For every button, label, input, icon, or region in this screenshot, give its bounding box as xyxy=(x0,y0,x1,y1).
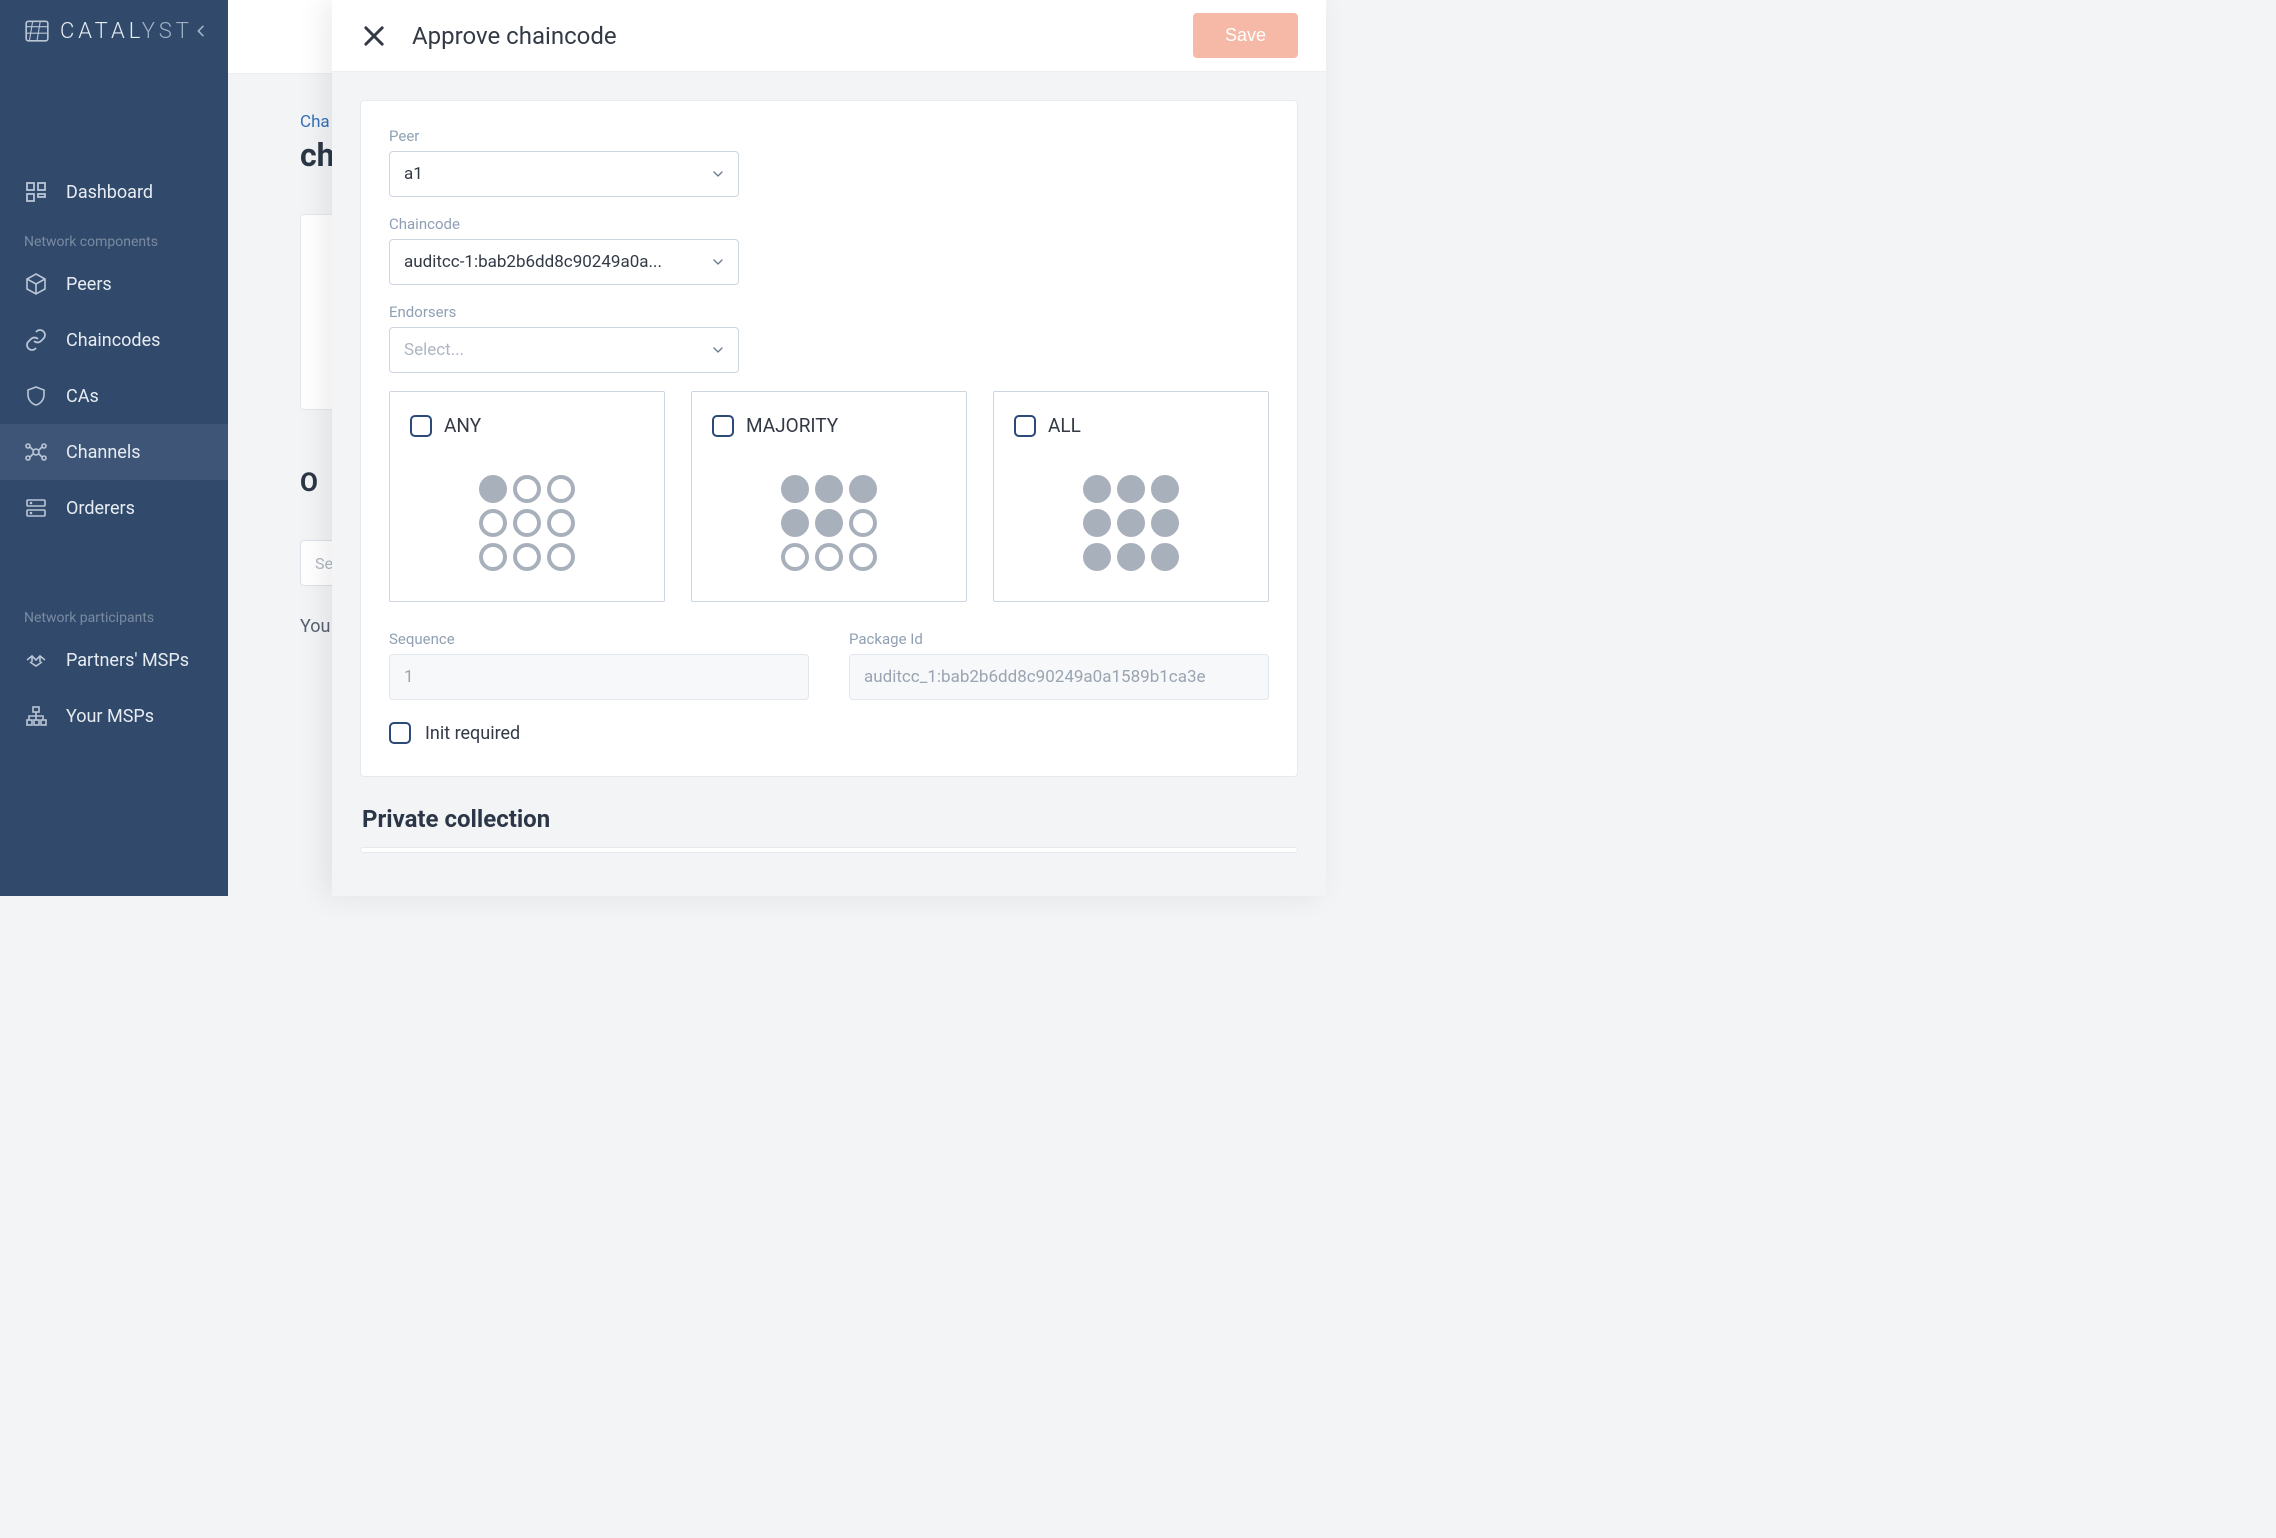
orderers-heading: O xyxy=(300,468,318,498)
endorsement-policy-row: ANY MAJORITY xyxy=(389,391,1269,602)
hierarchy-icon xyxy=(24,704,48,728)
checkbox-majority[interactable] xyxy=(712,415,734,437)
chevron-down-icon xyxy=(710,342,726,358)
sidebar-item-label: Chaincodes xyxy=(66,330,160,351)
peer-field: Peer a1 xyxy=(389,127,1269,197)
chaincode-label: Chaincode xyxy=(389,215,1269,233)
sidebar-item-label: Partners' MSPs xyxy=(66,650,189,671)
link-icon xyxy=(24,328,48,352)
shield-icon xyxy=(24,384,48,408)
modal-title: Approve chaincode xyxy=(412,22,1193,50)
chaincode-select[interactable]: auditcc-1:bab2b6dd8c90249a0a... xyxy=(389,239,739,285)
sidebar-item-orderers[interactable]: Orderers xyxy=(0,480,228,536)
sequence-field: Sequence 1 xyxy=(389,630,809,700)
server-icon xyxy=(24,496,48,520)
policy-label: MAJORITY xyxy=(746,414,838,437)
chevron-down-icon xyxy=(710,166,726,182)
private-collection-heading: Private collection xyxy=(360,805,1298,833)
save-button[interactable]: Save xyxy=(1193,13,1298,58)
sidebar-item-label: Dashboard xyxy=(66,182,153,203)
endorsers-label: Endorsers xyxy=(389,303,1269,321)
packageid-label: Package Id xyxy=(849,630,1269,648)
no-orderers-text: You xyxy=(300,616,330,637)
chaincode-field: Chaincode auditcc-1:bab2b6dd8c90249a0a..… xyxy=(389,215,1269,285)
logo-text: CATALYST xyxy=(60,19,193,44)
close-button[interactable] xyxy=(360,22,388,50)
sidebar-item-cas[interactable]: CAs xyxy=(0,368,228,424)
logo: CATALYST xyxy=(0,18,228,44)
packageid-input: auditcc_1:bab2b6dd8c90249a0a1589b1ca3e xyxy=(849,654,1269,700)
sidebar-item-label: Your MSPs xyxy=(66,706,154,727)
sidebar-item-dashboard[interactable]: Dashboard xyxy=(0,164,228,220)
logo-icon xyxy=(24,18,50,44)
sidebar-item-label: Channels xyxy=(66,442,141,463)
packageid-field: Package Id auditcc_1:bab2b6dd8c90249a0a1… xyxy=(849,630,1269,700)
page-title: ch xyxy=(300,136,335,174)
all-illustration-icon xyxy=(1014,475,1248,571)
sidebar-item-partners-msps[interactable]: Partners' MSPs xyxy=(0,632,228,688)
policy-label: ALL xyxy=(1048,414,1081,437)
sidebar-item-peers[interactable]: Peers xyxy=(0,256,228,312)
policy-option-all[interactable]: ALL xyxy=(993,391,1269,602)
any-illustration-icon xyxy=(410,475,644,571)
sidebar-item-label: Peers xyxy=(66,274,112,295)
sequence-label: Sequence xyxy=(389,630,809,648)
collapse-sidebar-button[interactable] xyxy=(193,19,209,43)
majority-illustration-icon xyxy=(712,475,946,571)
network-icon xyxy=(24,440,48,464)
sidebar-item-your-msps[interactable]: Your MSPs xyxy=(0,688,228,744)
endorsers-field: Endorsers Select... xyxy=(389,303,1269,373)
dashboard-icon xyxy=(24,180,48,204)
breadcrumb[interactable]: Cha xyxy=(300,112,330,132)
policy-label: ANY xyxy=(444,414,481,437)
sidebar-section-network-components: Network components xyxy=(0,220,228,256)
sidebar: CATALYST Dashboard Network components Pe… xyxy=(0,0,228,896)
sequence-package-row: Sequence 1 Package Id auditcc_1:bab2b6dd… xyxy=(389,630,1269,700)
sidebar-item-label: CAs xyxy=(66,386,99,407)
sequence-input: 1 xyxy=(389,654,809,700)
init-required-checkbox[interactable] xyxy=(389,722,411,744)
checkbox-any[interactable] xyxy=(410,415,432,437)
modal-header: Approve chaincode Save xyxy=(332,0,1326,72)
sidebar-item-label: Orderers xyxy=(66,498,135,519)
policy-option-any[interactable]: ANY xyxy=(389,391,665,602)
sidebar-section-network-participants: Network participants xyxy=(0,596,228,632)
chaincode-form-card: Peer a1 Chaincode auditcc-1:bab2b6dd8c90… xyxy=(360,100,1298,777)
sidebar-item-channels[interactable]: Channels xyxy=(0,424,228,480)
peer-label: Peer xyxy=(389,127,1269,145)
modal-body: Peer a1 Chaincode auditcc-1:bab2b6dd8c90… xyxy=(332,72,1326,896)
sidebar-item-chaincodes[interactable]: Chaincodes xyxy=(0,312,228,368)
private-collection-card-top xyxy=(360,847,1298,853)
policy-option-majority[interactable]: MAJORITY xyxy=(691,391,967,602)
init-required-row: Init required xyxy=(389,722,1269,744)
checkbox-all[interactable] xyxy=(1014,415,1036,437)
peer-select[interactable]: a1 xyxy=(389,151,739,197)
cube-icon xyxy=(24,272,48,296)
approve-chaincode-panel: Approve chaincode Save Peer a1 Chaincode… xyxy=(332,0,1326,896)
handshake-icon xyxy=(24,648,48,672)
init-required-label: Init required xyxy=(425,723,520,744)
endorsers-select[interactable]: Select... xyxy=(389,327,739,373)
chevron-down-icon xyxy=(710,254,726,270)
